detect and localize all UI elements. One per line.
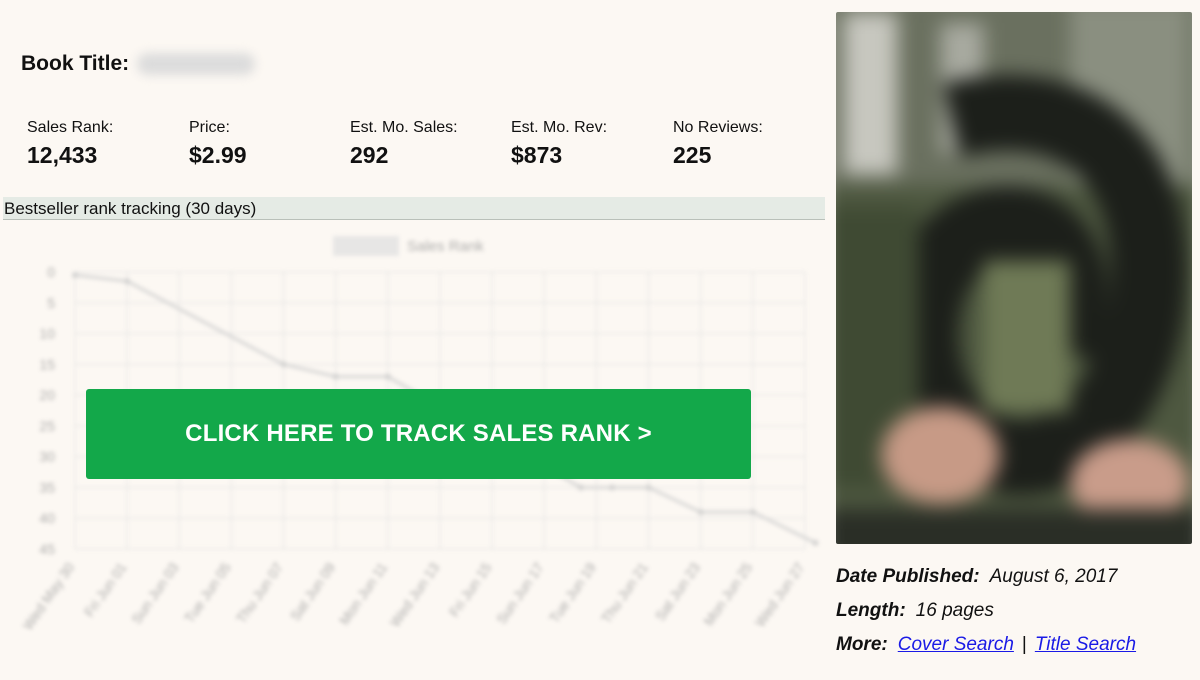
cover-search-link[interactable]: Cover Search bbox=[898, 634, 1014, 655]
data-point bbox=[577, 484, 584, 491]
stat-label: No Reviews: bbox=[673, 119, 763, 136]
y-tick-label: 40 bbox=[39, 510, 55, 526]
stat-label: Est. Mo. Sales: bbox=[350, 119, 458, 136]
stat-price: Price: $2.99 bbox=[189, 119, 247, 169]
y-tick-label: 10 bbox=[39, 326, 55, 342]
stat-value: 292 bbox=[350, 142, 389, 168]
data-point bbox=[749, 509, 756, 516]
stat-est-mo-rev: Est. Mo. Rev: $873 bbox=[511, 119, 607, 169]
y-tick-label: 5 bbox=[47, 295, 55, 311]
y-tick-label: 20 bbox=[39, 387, 55, 403]
book-title-value-redacted bbox=[137, 53, 256, 75]
date-published-label: Date Published: bbox=[836, 566, 980, 587]
book-cover-image bbox=[836, 12, 1192, 544]
x-tick-label: Mon Jun 11 bbox=[336, 559, 391, 627]
book-title-row: Book Title: bbox=[21, 52, 256, 76]
y-tick-label: 45 bbox=[39, 541, 55, 557]
title-search-link[interactable]: Title Search bbox=[1035, 634, 1136, 655]
stat-value: $2.99 bbox=[189, 142, 247, 168]
x-tick-label: Fri Jun 01 bbox=[81, 559, 130, 619]
y-tick-label: 25 bbox=[39, 418, 55, 434]
data-point bbox=[280, 361, 287, 368]
length-row: Length: 16 pages bbox=[836, 600, 994, 622]
y-tick-label: 30 bbox=[39, 449, 55, 465]
track-sales-rank-button[interactable]: CLICK HERE TO TRACK SALES RANK > bbox=[86, 389, 751, 479]
length-label: Length: bbox=[836, 600, 906, 621]
data-point bbox=[609, 484, 616, 491]
stat-value: $873 bbox=[511, 142, 563, 168]
legend-label: Sales Rank bbox=[407, 238, 484, 255]
x-tick-label: Wed Jun 27 bbox=[752, 559, 808, 629]
date-published-row: Date Published: August 6, 2017 bbox=[836, 566, 1117, 588]
length-value: 16 pages bbox=[915, 600, 994, 621]
stat-no-reviews: No Reviews: 225 bbox=[673, 119, 763, 169]
section-title: Bestseller rank tracking (30 days) bbox=[4, 199, 257, 218]
x-tick-label: Tue Jun 19 bbox=[546, 559, 599, 625]
y-tick-label: 15 bbox=[39, 356, 55, 372]
link-separator: | bbox=[1021, 634, 1027, 655]
more-links-row: More: Cover Search | Title Search bbox=[836, 634, 1136, 656]
data-point bbox=[332, 373, 339, 380]
x-tick-label: Sat Jun 09 bbox=[287, 559, 339, 623]
stat-value: 225 bbox=[673, 142, 712, 168]
legend-swatch bbox=[333, 236, 399, 256]
data-point bbox=[124, 278, 131, 285]
x-tick-label: Sun Jun 03 bbox=[128, 559, 182, 626]
date-published-value: August 6, 2017 bbox=[989, 566, 1118, 587]
data-point bbox=[384, 373, 391, 380]
rank-tracking-header: Bestseller rank tracking (30 days) bbox=[3, 197, 825, 220]
data-point bbox=[697, 509, 704, 516]
x-tick-label: Tue Jun 05 bbox=[181, 559, 234, 625]
x-tick-label: Wed Jun 13 bbox=[387, 559, 443, 629]
data-point bbox=[645, 484, 652, 491]
data-point bbox=[72, 272, 78, 279]
x-tick-label: Fri Jun 15 bbox=[446, 559, 495, 619]
x-tick-label: Thu Jun 21 bbox=[598, 559, 651, 626]
y-tick-label: 0 bbox=[47, 264, 55, 280]
x-tick-label: Thu Jun 07 bbox=[233, 559, 286, 626]
book-title-label: Book Title: bbox=[21, 52, 130, 75]
book-cover-blurred bbox=[836, 12, 1192, 544]
stat-label: Sales Rank: bbox=[27, 119, 114, 136]
x-tick-label: Wed May 30 bbox=[19, 559, 77, 633]
data-point bbox=[812, 539, 819, 546]
stat-est-mo-sales: Est. Mo. Sales: 292 bbox=[350, 119, 458, 169]
x-tick-label: Mon Jun 25 bbox=[700, 559, 755, 628]
stat-label: Price: bbox=[189, 119, 230, 136]
stat-value: 12,433 bbox=[27, 142, 98, 168]
stat-sales-rank: Sales Rank: 12,433 bbox=[27, 119, 113, 169]
stat-label: Est. Mo. Rev: bbox=[511, 119, 608, 136]
x-tick-label: Sun Jun 17 bbox=[493, 559, 547, 626]
x-tick-label: Sat Jun 23 bbox=[652, 559, 704, 623]
more-label: More: bbox=[836, 634, 888, 655]
y-tick-label: 35 bbox=[39, 479, 55, 495]
